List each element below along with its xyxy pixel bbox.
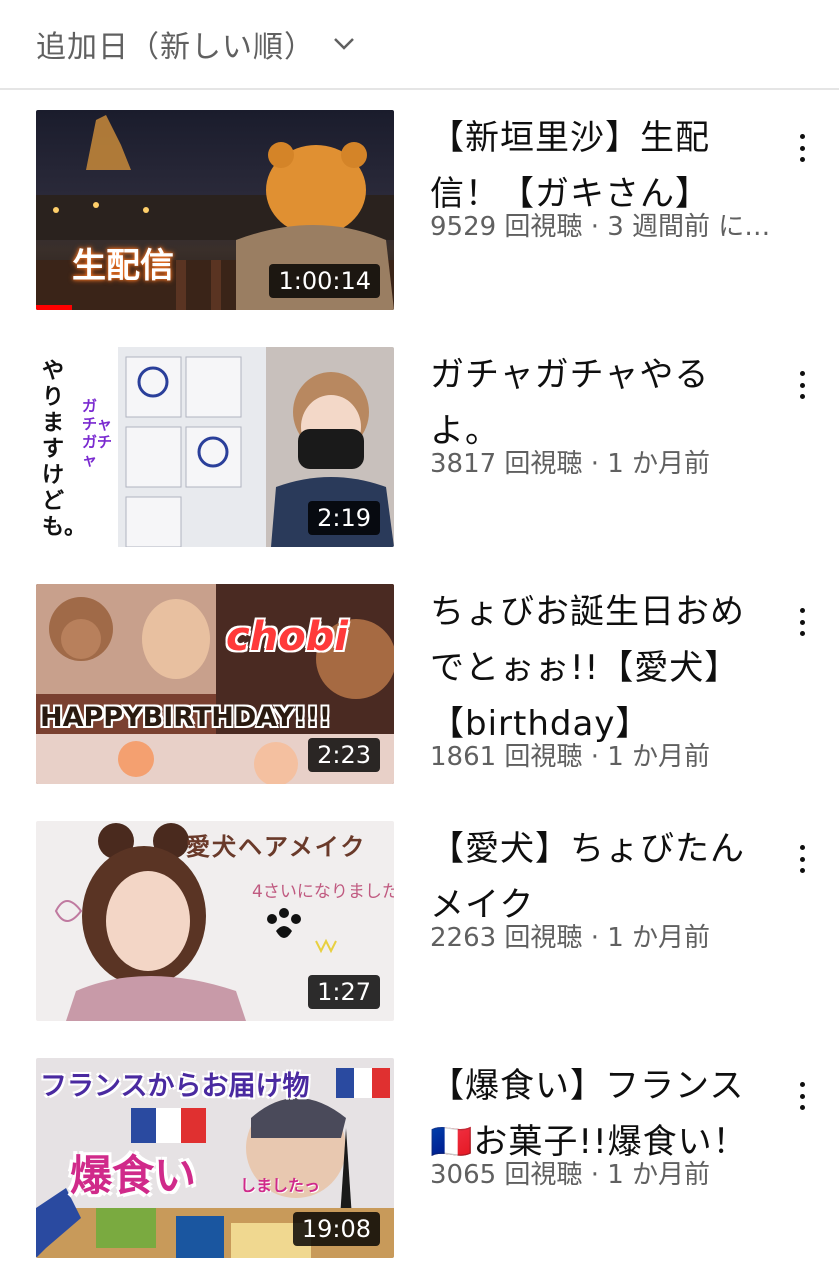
thumbnail-caption: 愛犬ヘアメイク — [186, 833, 367, 861]
video-thumbnail[interactable]: 愛犬ヘアメイク 4さいになりました。 1:27 — [36, 821, 394, 1021]
video-meta: 9529 回視聴 · 3 週間前 に… — [430, 212, 771, 242]
more-options-icon[interactable] — [788, 365, 816, 405]
video-title[interactable]: 【爆食い】フランス🇫🇷お菓子!!爆食い！ — [430, 1058, 770, 1170]
more-options-icon[interactable] — [788, 1076, 816, 1116]
thumbnail-caption: HAPPYBIRTHDAY!!! — [40, 702, 332, 733]
video-title[interactable]: ちょびお誕生日おめでとぉぉ!!【愛犬】【birthday】 — [430, 584, 770, 752]
more-options-icon[interactable] — [788, 128, 816, 168]
video-duration: 2:23 — [308, 738, 380, 772]
video-item[interactable]: やりますけども。 ガチャガチャ 2:19 ガチャガチャやるよ。 3817 回視聴… — [0, 347, 839, 557]
video-title[interactable]: 【新垣里沙】生配信！【ガキさん】 — [430, 110, 770, 222]
sort-label: 追加日（新しい順） — [36, 30, 315, 65]
more-options-icon[interactable] — [788, 602, 816, 642]
thumbnail-caption-2: 4さいになりました。 — [252, 882, 394, 902]
video-duration: 2:19 — [308, 501, 380, 535]
video-meta: 3817 回視聴 · 1 か月前 — [430, 449, 711, 479]
video-title[interactable]: 【愛犬】ちょびたんメイク — [430, 821, 770, 933]
video-duration: 19:08 — [292, 1212, 380, 1246]
thumbnail-caption: やりますけども。 — [42, 359, 87, 540]
more-options-icon[interactable] — [788, 839, 816, 879]
thumbnail-caption: フランスからお届け物 — [40, 1071, 310, 1102]
watch-progress-bar — [36, 305, 72, 310]
video-info[interactable]: 【爆食い】フランス🇫🇷お菓子!!爆食い！ 3065 回視聴 · 1 か月前 — [430, 1058, 770, 1192]
video-item[interactable]: chobi HAPPYBIRTHDAY!!! 2:23 ちょびお誕生日おめでとぉ… — [0, 584, 839, 794]
video-item[interactable]: フランスからお届け物 爆食い しましたっ 19:08 【爆食い】フランス🇫🇷お菓… — [0, 1058, 839, 1268]
thumbnail-caption-2: chobi — [226, 614, 349, 660]
video-thumbnail[interactable]: フランスからお届け物 爆食い しましたっ 19:08 — [36, 1058, 394, 1258]
thumbnail-caption: 生配信 — [72, 246, 174, 286]
video-info[interactable]: 【新垣里沙】生配信！【ガキさん】 9529 回視聴 · 3 週間前 に… — [430, 110, 770, 244]
video-info[interactable]: ガチャガチャやるよ。 3817 回視聴 · 1 か月前 — [430, 347, 770, 481]
video-thumbnail[interactable]: 生配信 1:00:14 — [36, 110, 394, 310]
video-thumbnail[interactable]: やりますけども。 ガチャガチャ 2:19 — [36, 347, 394, 547]
video-info[interactable]: ちょびお誕生日おめでとぉぉ!!【愛犬】【birthday】 1861 回視聴 ·… — [430, 584, 770, 774]
thumbnail-caption-2: ガチャガチャ — [82, 397, 113, 469]
video-thumbnail[interactable]: chobi HAPPYBIRTHDAY!!! 2:23 — [36, 584, 394, 784]
thumbnail-caption-3: しましたっ — [240, 1176, 321, 1195]
sort-dropdown[interactable]: 追加日（新しい順） — [0, 0, 839, 90]
video-item[interactable]: 愛犬ヘアメイク 4さいになりました。 1:27 【愛犬】ちょびたんメイク 226… — [0, 821, 839, 1031]
video-duration: 1:00:14 — [269, 264, 380, 298]
video-duration: 1:27 — [308, 975, 380, 1009]
video-meta: 1861 回視聴 · 1 か月前 — [430, 742, 711, 772]
video-meta: 2263 回視聴 · 1 か月前 — [430, 923, 711, 953]
video-title[interactable]: ガチャガチャやるよ。 — [430, 347, 770, 459]
chevron-down-icon — [333, 33, 355, 55]
video-info[interactable]: 【愛犬】ちょびたんメイク 2263 回視聴 · 1 か月前 — [430, 821, 770, 955]
thumbnail-caption-2: 爆食い — [70, 1151, 197, 1200]
video-item[interactable]: 生配信 1:00:14 【新垣里沙】生配信！【ガキさん】 9529 回視聴 · … — [0, 110, 839, 320]
